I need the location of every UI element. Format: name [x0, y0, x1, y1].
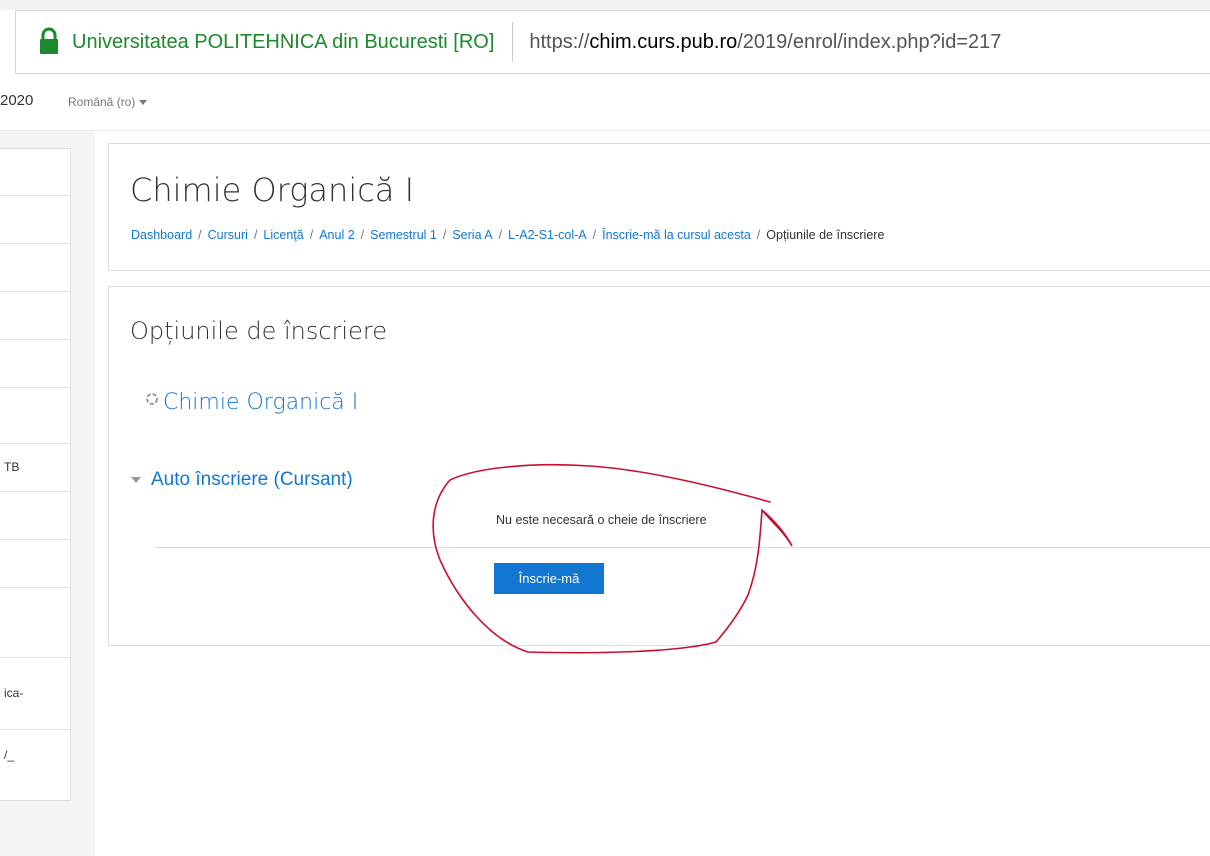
url-text[interactable]: https://chim.curs.pub.ro/2019/enrol/inde… [529, 31, 1001, 54]
no-key-message: Nu este necesară o cheie de înscriere [496, 513, 707, 527]
breadcrumb-separator: / [756, 228, 761, 242]
address-bar[interactable]: Universitatea POLITEHNICA din Bucuresti … [15, 10, 1210, 74]
caret-down-icon [139, 100, 148, 106]
drawer-item[interactable] [0, 339, 70, 388]
drawer-item[interactable] [0, 387, 70, 436]
enrol-me-button[interactable]: Înscrie-mă [494, 563, 604, 594]
breadcrumb-separator: / [360, 228, 365, 242]
breadcrumb-separator: / [253, 228, 258, 242]
drawer-item[interactable]: /_ [0, 729, 70, 802]
browser-chrome [0, 0, 1210, 10]
lock-icon [38, 27, 60, 57]
breadcrumb-cursuri[interactable]: Cursuri [208, 228, 248, 242]
breadcrumb-anul-2[interactable]: Anul 2 [319, 228, 354, 242]
url-host: chim.curs.pub.ro [589, 30, 738, 53]
breadcrumb-dashboard[interactable]: Dashboard [131, 228, 192, 242]
course-name-link[interactable]: Chimie Organică I [163, 390, 358, 415]
address-separator [512, 22, 514, 62]
top-navbar: 2020 Română (ro) [0, 84, 1210, 131]
enrol-options-heading: Opțiunile de înscriere [130, 317, 387, 345]
course-link-row: Chimie Organică I [145, 390, 358, 415]
enrol-method-link[interactable]: Auto înscriere (Cursant) [151, 469, 353, 491]
page-header: Chimie Organică I Dashboard / Cursuri / Lice… [108, 143, 1210, 271]
language-menu[interactable]: Română (ro) [68, 95, 148, 109]
drawer-item[interactable] [0, 195, 70, 244]
drawer-item-label: TB [4, 460, 20, 474]
site-name-fragment: 2020 [0, 92, 34, 109]
collapse-triangle-icon[interactable] [131, 477, 141, 483]
breadcrumb-enrol-course[interactable]: Înscrie-mă la cursul acesta [602, 228, 751, 242]
drawer-item-label: /_ [4, 748, 15, 762]
breadcrumb-current: Opțiunile de înscriere [766, 228, 885, 242]
drawer-item[interactable] [0, 491, 70, 540]
enrol-method-header[interactable]: Auto înscriere (Cursant) [131, 469, 353, 491]
divider [154, 547, 1210, 548]
drawer-item[interactable] [0, 291, 70, 340]
breadcrumb-licenta[interactable]: Licenţă [263, 228, 303, 242]
main-content: Opțiunile de înscriere Chimie Organică I… [108, 286, 1210, 646]
drawer-item[interactable] [0, 539, 70, 588]
breadcrumb: Dashboard / Cursuri / Licenţă / Anul 2 / Semestr… [131, 228, 884, 242]
breadcrumb-course-code[interactable]: L-A2-S1-col-A [508, 228, 587, 242]
breadcrumb-semestrul-1[interactable]: Semestrul 1 [370, 228, 437, 242]
breadcrumb-separator: / [198, 228, 202, 242]
url-path: /2019/enrol/index.php?id=217 [737, 30, 1002, 53]
breadcrumb-separator: / [498, 228, 503, 242]
drawer-item[interactable]: TB [0, 443, 70, 492]
language-label: Română (ro) [68, 95, 136, 109]
drawer-item[interactable]: ica- [0, 657, 70, 730]
nav-drawer: TB ica- /_ [0, 148, 71, 801]
drawer-item[interactable] [0, 243, 70, 292]
drawer-item-label: ica- [4, 686, 24, 700]
course-icon [146, 392, 158, 405]
breadcrumb-separator: / [442, 228, 447, 242]
page-title: Chimie Organică I [130, 171, 415, 209]
site-identity[interactable]: Universitatea POLITEHNICA din Bucuresti … [72, 31, 494, 54]
breadcrumb-separator: / [309, 228, 314, 242]
drawer-item[interactable] [0, 587, 70, 658]
url-prefix: https:// [529, 30, 590, 53]
breadcrumb-separator: / [592, 228, 597, 242]
breadcrumb-seria-a[interactable]: Seria A [452, 228, 492, 242]
